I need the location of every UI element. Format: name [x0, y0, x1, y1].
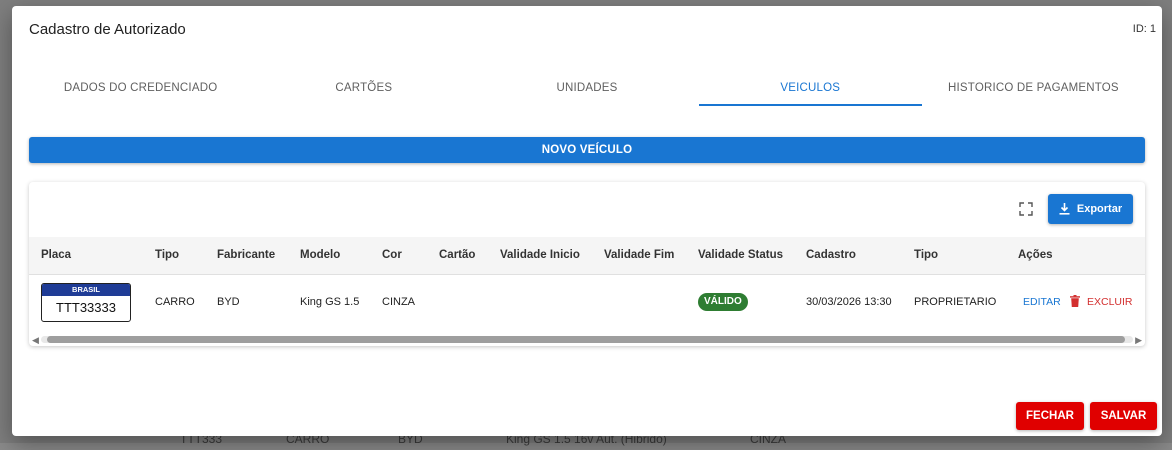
license-plate: BRASIL TTT33333	[41, 283, 131, 322]
col-validade-inicio[interactable]: Validade Inicio	[500, 249, 580, 261]
modal-title: Cadastro de Autorizado	[29, 21, 186, 38]
cell-tipo: CARRO	[155, 296, 195, 308]
cell-tipo-dono: PROPRIETARIO	[914, 296, 997, 308]
cell-fabricante: BYD	[217, 296, 240, 308]
table-header: Placa Tipo Fabricante Modelo Cor Cartão …	[29, 237, 1145, 275]
plate-country: BRASIL	[42, 284, 130, 296]
export-label: Exportar	[1076, 203, 1123, 215]
export-button[interactable]: Exportar	[1048, 194, 1133, 224]
tab-unidades[interactable]: UNIDADES	[475, 74, 698, 108]
vehicles-table: Exportar Placa Tipo Fabricante Modelo Co…	[29, 182, 1145, 346]
col-tipo[interactable]: Tipo	[155, 249, 179, 261]
col-validade-fim[interactable]: Validade Fim	[604, 249, 674, 261]
table-row[interactable]: BRASIL TTT33333 CARRO BYD King GS 1.5 CI…	[29, 275, 1145, 331]
horizontal-scrollbar[interactable]: ◀ ▶	[29, 333, 1145, 345]
plate-number: TTT33333	[56, 300, 116, 315]
tab-bar: DADOS DO CREDENCIADO CARTÕES UNIDADES VE…	[29, 74, 1145, 108]
col-tipo-dono[interactable]: Tipo	[914, 249, 938, 261]
close-button[interactable]: FECHAR	[1016, 402, 1084, 430]
cell-modelo: King GS 1.5	[300, 296, 360, 308]
fullscreen-icon[interactable]	[1019, 202, 1033, 216]
save-button[interactable]: SALVAR	[1090, 402, 1157, 430]
col-modelo[interactable]: Modelo	[300, 249, 340, 261]
col-acoes: Ações	[1018, 249, 1053, 261]
cell-cor: CINZA	[382, 296, 415, 308]
trash-icon[interactable]	[1070, 295, 1080, 307]
scrollbar-thumb[interactable]	[47, 336, 1125, 343]
scroll-right-icon[interactable]: ▶	[1135, 335, 1142, 346]
col-fabricante[interactable]: Fabricante	[217, 249, 275, 261]
col-validade-status[interactable]: Validade Status	[698, 249, 783, 261]
col-cartao[interactable]: Cartão	[439, 249, 475, 261]
cell-cadastro: 30/03/2026 13:30	[806, 296, 892, 308]
modal-dialog: Cadastro de Autorizado ID: 1 DADOS DO CR…	[12, 6, 1162, 436]
scroll-left-icon[interactable]: ◀	[32, 335, 39, 346]
col-placa[interactable]: Placa	[41, 249, 71, 261]
tab-cartoes[interactable]: CARTÕES	[252, 74, 475, 108]
download-icon	[1059, 203, 1070, 215]
delete-button[interactable]: EXCLUIR	[1087, 296, 1133, 308]
edit-button[interactable]: EDITAR	[1023, 296, 1061, 308]
col-cadastro[interactable]: Cadastro	[806, 249, 856, 261]
tab-dados-credenciado[interactable]: DADOS DO CREDENCIADO	[29, 74, 252, 108]
tab-historico-pagamentos[interactable]: HISTORICO DE PAGAMENTOS	[922, 74, 1145, 108]
record-id: ID: 1	[1132, 23, 1156, 35]
status-badge: VÁLIDO	[698, 293, 748, 311]
tab-veiculos[interactable]: VEICULOS	[698, 74, 923, 108]
col-cor[interactable]: Cor	[382, 249, 402, 261]
new-vehicle-button[interactable]: NOVO VEÍCULO	[29, 137, 1145, 163]
